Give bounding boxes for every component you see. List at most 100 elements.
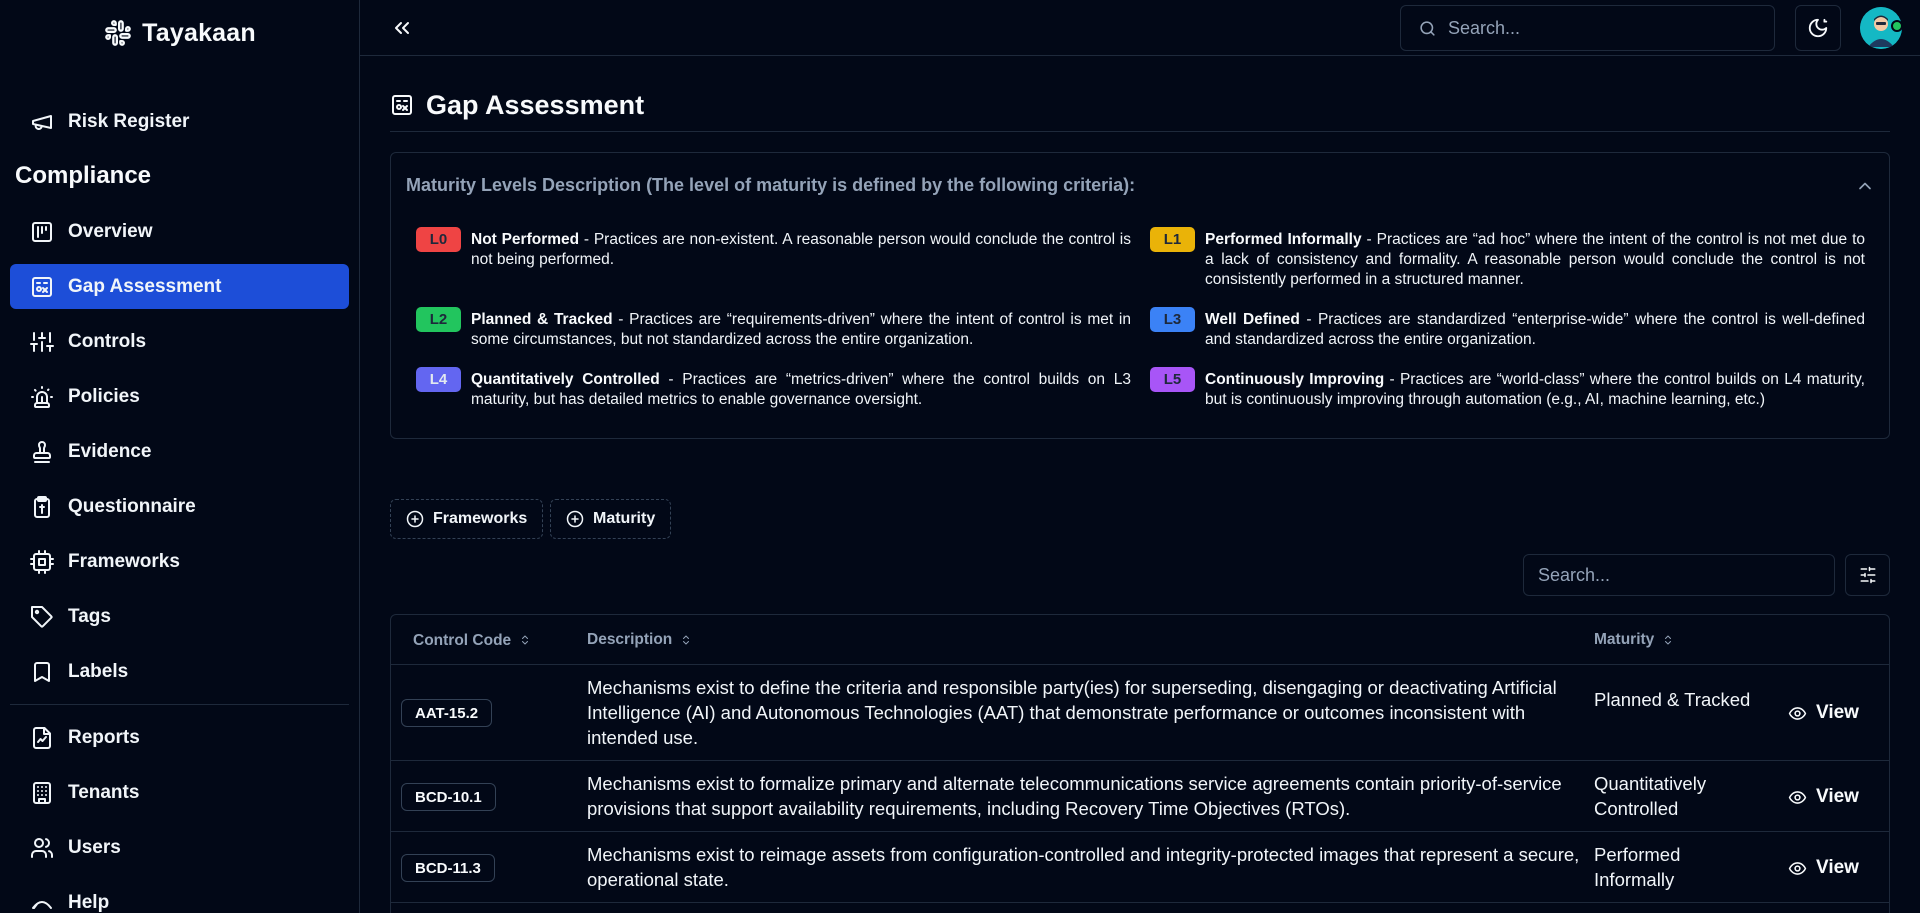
- sidebar-item-help[interactable]: Help: [10, 880, 349, 913]
- maturity-levels-card: Maturity Levels Description (The level o…: [390, 152, 1890, 439]
- clipboard-icon: [30, 495, 54, 519]
- tag-icon: [30, 605, 54, 629]
- help-icon: [30, 891, 54, 913]
- column-label: Control Code: [413, 631, 512, 649]
- level-badge: L5: [1150, 367, 1195, 392]
- level-name: Well Defined: [1205, 311, 1300, 328]
- sidebar-item-label: Gap Assessment: [68, 275, 222, 297]
- sidebar-item-policies[interactable]: Policies: [10, 374, 349, 419]
- control-code-badge: AAT-15.2: [401, 699, 493, 727]
- sidebar-item-label: Controls: [68, 330, 147, 352]
- building-icon: [30, 781, 54, 805]
- column-header-description[interactable]: Description: [587, 615, 692, 665]
- level-badge: L3: [1150, 307, 1195, 332]
- sidebar-item-tags[interactable]: Tags: [10, 594, 349, 639]
- moon-sun-icon: [1807, 17, 1829, 39]
- view-button[interactable]: View: [1788, 699, 1859, 727]
- view-label: View: [1816, 702, 1859, 723]
- level-name: Not Performed: [471, 231, 580, 248]
- siren-icon: [30, 385, 54, 409]
- frameworks-filter-button[interactable]: Frameworks: [390, 499, 544, 539]
- column-header-control-code[interactable]: Control Code: [413, 615, 533, 665]
- brand-logo-icon: [104, 19, 132, 47]
- sidebar-item-overview[interactable]: Overview: [10, 209, 349, 254]
- sidebar: Tayakaan Risk Register Compliance Overvi…: [0, 0, 360, 913]
- chevron-up-icon[interactable]: [1855, 176, 1875, 196]
- global-search[interactable]: [1400, 5, 1775, 51]
- sidebar-item-gap-assessment[interactable]: Gap Assessment: [10, 264, 349, 309]
- sidebar-divider: [10, 704, 349, 705]
- level-text: - Practices are standardized “enterprise…: [1205, 311, 1866, 348]
- level-description: Well Defined - Practices are standardize…: [1205, 310, 1865, 350]
- table-header: Control Code Description Maturity: [391, 615, 1889, 665]
- search-icon: [1419, 20, 1436, 37]
- bookmark-icon: [30, 660, 54, 684]
- control-description: Mechanisms exist to define the criteria …: [587, 677, 1557, 748]
- sidebar-item-labels[interactable]: Labels: [10, 649, 349, 694]
- table-row: BCD-10.1 Mechanisms exist to formalize p…: [391, 761, 1889, 832]
- control-maturity: Quantitatively Controlled: [1594, 773, 1707, 819]
- control-maturity: Planned & Tracked: [1594, 689, 1751, 710]
- sidebar-item-evidence[interactable]: Evidence: [10, 429, 349, 474]
- control-code-badge: BCD-10.1: [401, 783, 496, 811]
- column-label: Description: [587, 631, 673, 648]
- sidebar-item-label: Help: [68, 891, 110, 913]
- users-icon: [30, 836, 54, 860]
- chart-board-icon: [30, 220, 54, 244]
- level-badge: L2: [416, 307, 461, 332]
- level-name: Planned & Tracked: [471, 311, 613, 328]
- level-description: Planned & Tracked - Practices are “requi…: [471, 310, 1131, 350]
- plus-circle-icon: [566, 510, 584, 528]
- sidebar-item-tenants[interactable]: Tenants: [10, 770, 349, 815]
- control-code-badge: BCD-11.3: [401, 854, 495, 882]
- global-search-input[interactable]: [1448, 17, 1748, 39]
- view-button[interactable]: View: [1788, 783, 1859, 811]
- maturity-level-l5: L5 Continuously Improving - Practices ar…: [1150, 367, 1865, 410]
- view-button[interactable]: View: [1788, 854, 1859, 882]
- level-badge: L4: [416, 367, 461, 392]
- theme-toggle-button[interactable]: [1795, 5, 1841, 51]
- sidebar-item-label: Frameworks: [68, 550, 180, 572]
- level-description: Not Performed - Practices are non-existe…: [471, 230, 1131, 270]
- title-divider: [390, 131, 1890, 132]
- table-search-input[interactable]: [1523, 554, 1835, 596]
- view-label: View: [1816, 857, 1859, 878]
- view-label: View: [1816, 786, 1859, 807]
- filter-label: Frameworks: [433, 510, 528, 527]
- brand-name: Tayakaan: [142, 18, 256, 47]
- table-row: BCD-11.3 Mechanisms exist to reimage ass…: [391, 832, 1889, 903]
- sidebar-item-controls[interactable]: Controls: [10, 319, 349, 364]
- maturity-level-l4: L4 Quantitatively Controlled - Practices…: [416, 367, 1131, 410]
- eye-icon: [1788, 859, 1807, 878]
- sidebar-item-frameworks[interactable]: Frameworks: [10, 539, 349, 584]
- maturity-level-l1: L1 Performed Informally - Practices are …: [1150, 227, 1865, 290]
- topbar: [360, 0, 1920, 56]
- level-name: Performed Informally: [1205, 231, 1362, 248]
- sidebar-item-label: Labels: [68, 660, 129, 682]
- control-description: Mechanisms exist to formalize primary an…: [587, 773, 1562, 819]
- sidebar-item-label: Questionnaire: [68, 495, 196, 517]
- megaphone-icon: [30, 110, 54, 134]
- maturity-filter-button[interactable]: Maturity: [550, 499, 672, 539]
- level-badge: L0: [416, 227, 461, 252]
- sidebar-item-reports[interactable]: Reports: [10, 715, 349, 760]
- table-settings-button[interactable]: [1845, 554, 1890, 596]
- level-description: Continuously Improving - Practices are “…: [1205, 370, 1865, 410]
- sidebar-item-users[interactable]: Users: [10, 825, 349, 870]
- eye-icon: [1788, 704, 1807, 723]
- control-maturity: Performed Informally: [1594, 844, 1681, 890]
- sidebar-item-label: Policies: [68, 385, 140, 407]
- online-status-dot: [1891, 20, 1903, 32]
- sidebar-item-questionnaire[interactable]: Questionnaire: [10, 484, 349, 529]
- sidebar-item-risk-register[interactable]: Risk Register: [10, 99, 349, 144]
- controls-table: Control Code Description Maturity AAT-15…: [390, 614, 1890, 913]
- collapse-sidebar-icon[interactable]: [390, 16, 414, 40]
- brand[interactable]: Tayakaan: [0, 14, 359, 52]
- control-description: Mechanisms exist to reimage assets from …: [587, 844, 1580, 890]
- level-description: Performed Informally - Practices are “ad…: [1205, 230, 1865, 290]
- column-header-maturity[interactable]: Maturity: [1594, 615, 1674, 665]
- table-row: AAT-15.2 Mechanisms exist to define the …: [391, 665, 1889, 761]
- level-badge: L1: [1150, 227, 1195, 252]
- sidebar-item-label: Tags: [68, 605, 111, 627]
- column-label: Maturity: [1594, 631, 1655, 648]
